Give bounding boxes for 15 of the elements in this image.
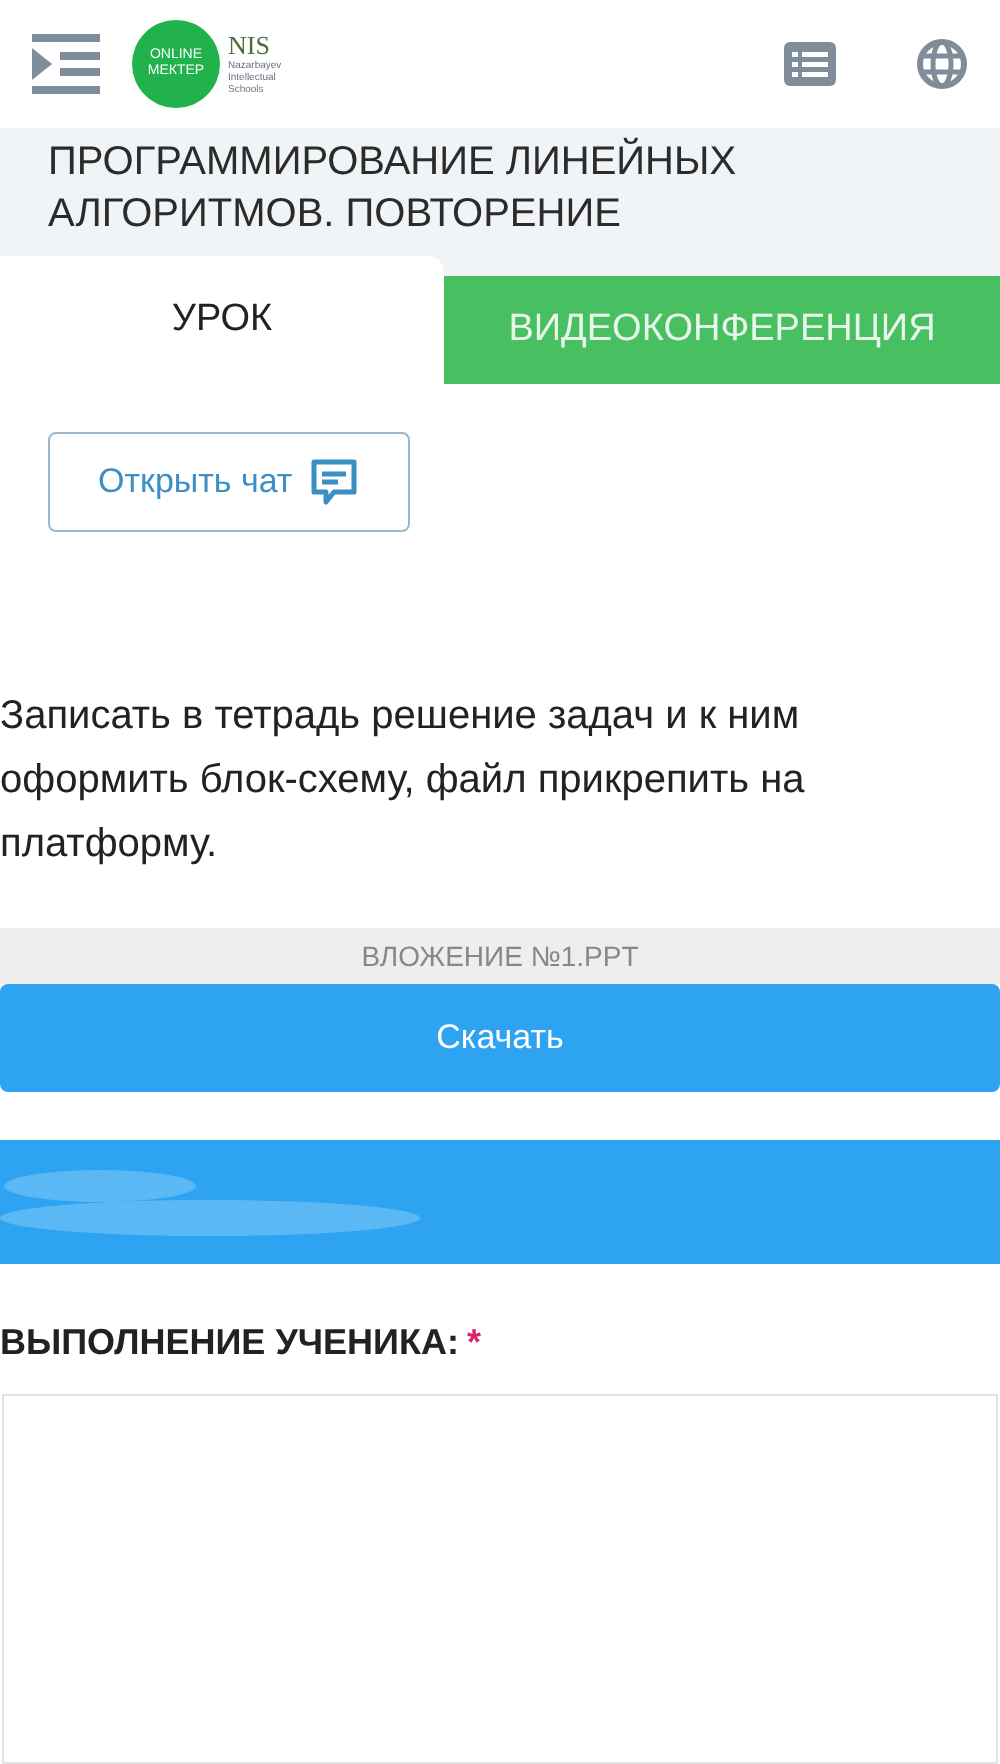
- task-text: Записать в тетрадь решение задач и к ним оформить блок-схему, файл прикрепить на платформу.: [0, 692, 807, 870]
- tab[interactable]: ВИДЕОКОНФЕРЕНЦИЯ: [444, 276, 1000, 384]
- required-mark: *: [466, 1320, 481, 1366]
- list-icon[interactable]: [784, 42, 836, 86]
- attachment-name: ВЛОЖЕНИЕ №1.PPT: [361, 937, 639, 975]
- download-button[interactable]: Скачать: [0, 984, 1000, 1092]
- lesson-title: ПРОГРАММИРОВАНИЕ ЛИНЕЙНЫХ АЛГОРИТМОВ. ПОВТОРЕНИЕ: [48, 136, 739, 240]
- menu-icon[interactable]: [32, 34, 100, 94]
- answer-label: ВЫПОЛНЕНИЕ УЧЕНИКА:: [0, 1320, 459, 1366]
- partner-logo-name: NIS: [228, 32, 272, 60]
- open-chat-button[interactable]: Открыть чат: [48, 432, 411, 532]
- answer-field[interactable]: [2, 1394, 998, 1764]
- globe-icon[interactable]: [916, 38, 968, 90]
- chat-icon: [308, 456, 361, 508]
- tab[interactable]: УРОК: [0, 256, 444, 384]
